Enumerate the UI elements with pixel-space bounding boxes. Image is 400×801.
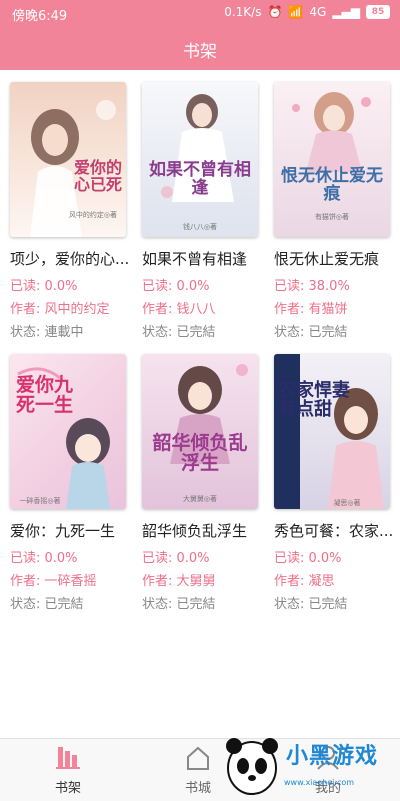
book-title[interactable]: 秀色可餐：农家... — [274, 520, 400, 541]
cover-title: 爱你的心已死 — [73, 158, 122, 194]
book-cover[interactable]: 农家悍妻有点甜 凝思◎著 — [274, 354, 390, 509]
watermark-url: www.xiaohei.com — [284, 778, 355, 787]
cover-title: 如果不曾有相逢 — [149, 160, 251, 198]
cover-author: 风中的约定◎著 — [68, 211, 118, 219]
book-cover[interactable]: 如果不曾有相逢 钱八八◎著 — [142, 82, 258, 237]
book-cover[interactable]: 韶华倾负乱浮生 大舅舅◎著 — [142, 354, 258, 509]
cover-author: 凝思◎著 — [333, 499, 361, 507]
book-cover[interactable]: 恨无休止爱无痕 有猫饼◎著 — [274, 82, 390, 237]
book-status: 状态: 已完結 — [142, 597, 216, 612]
book-title[interactable]: 如果不曾有相逢 — [142, 248, 270, 269]
status-time: 傍晚6:49 — [12, 9, 68, 24]
bookshelf-icon — [56, 747, 80, 769]
bookstore-icon — [187, 746, 209, 770]
book-cover[interactable]: 爱你的心已死 风中的约定◎著 — [10, 82, 126, 237]
book-title[interactable]: 恨无休止爱无痕 — [274, 248, 400, 269]
book-author: 作者: 凝思 — [274, 574, 335, 589]
cover-title: 韶华倾负乱浮生 — [152, 432, 248, 474]
cover-title: 农家悍妻有点甜 — [278, 380, 350, 420]
book-read-progress: 已读: 0.0% — [10, 279, 78, 294]
cover-title: 恨无休止爱无痕 — [281, 166, 383, 204]
book-status: 状态: 連載中 — [10, 325, 84, 340]
network-speed: 0.1K/s — [224, 5, 262, 19]
book-read-progress: 已读: 0.0% — [142, 279, 210, 294]
network-type: 4G — [309, 5, 327, 19]
book-title[interactable]: 爱你：九死一生 — [10, 520, 138, 541]
cover-title: 爱你九死一生 — [16, 374, 74, 416]
book-status: 状态: 已完結 — [142, 325, 216, 340]
battery-icon: 85 — [366, 5, 390, 19]
book-status: 状态: 已完結 — [274, 325, 348, 340]
book-author: 作者: 钱八八 — [142, 302, 216, 317]
book-status: 状态: 已完結 — [10, 597, 84, 612]
watermark-text: 小黑游戏 — [286, 744, 379, 769]
signal-icon: ▂▄▆ — [332, 5, 360, 19]
book-author: 作者: 风中的约定 — [10, 302, 110, 317]
tab-bookshelf-label: 书架 — [54, 781, 81, 796]
status-bar: 傍晚6:49 0.1K/s ⏰ 📶 4G ▂▄▆ 85 — [0, 0, 400, 26]
book-author: 作者: 大舅舅 — [142, 574, 216, 589]
watermark: 小黑游戏 www.xiaohei.com — [222, 732, 400, 800]
book-title[interactable]: 韶华倾负乱浮生 — [142, 520, 270, 541]
book-status: 状态: 已完結 — [274, 597, 348, 612]
book-read-progress: 已读: 0.0% — [142, 551, 210, 566]
book-title[interactable]: 项少，爱你的心... — [10, 248, 138, 269]
cover-author: 大舅舅◎著 — [182, 495, 218, 503]
book-cover[interactable]: 爱你九死一生 一碎香摇◎著 — [10, 354, 126, 509]
tab-bookshelf[interactable]: 书架 — [28, 739, 108, 801]
cover-author: 一碎香摇◎著 — [19, 497, 61, 505]
book-read-progress: 已读: 0.0% — [10, 551, 78, 566]
book-read-progress: 已读: 0.0% — [274, 551, 342, 566]
alarm-icon: ⏰ — [267, 5, 283, 19]
page-title: 书架 — [183, 42, 217, 62]
app-bar: 书架 — [0, 26, 400, 70]
book-author: 作者: 一碎香摇 — [10, 574, 97, 589]
book-read-progress: 已读: 38.0% — [274, 279, 350, 294]
book-author: 作者: 有猫饼 — [274, 302, 348, 317]
wifi-icon: 📶 — [288, 5, 304, 19]
cover-author: 有猫饼◎著 — [314, 213, 350, 221]
status-right: 0.1K/s ⏰ 📶 4G ▂▄▆ 85 — [224, 5, 390, 19]
cover-illustration — [274, 354, 384, 509]
panda-logo — [226, 738, 278, 795]
cover-author: 钱八八◎著 — [182, 223, 218, 231]
